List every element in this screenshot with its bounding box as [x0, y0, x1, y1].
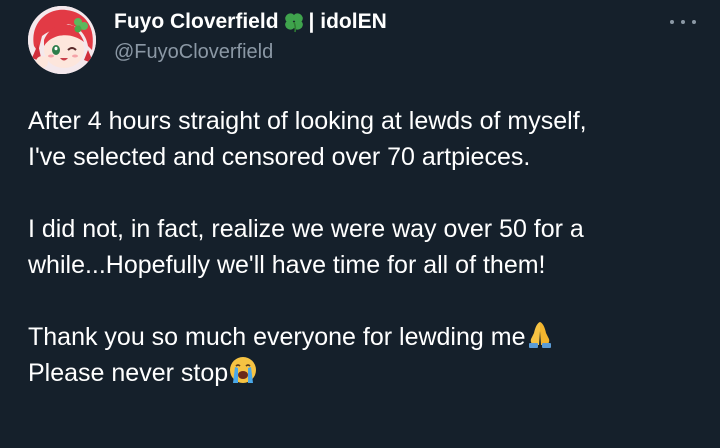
more-dot: [681, 20, 685, 24]
loudly-crying-face-icon: [228, 355, 258, 385]
tweet-text: After 4 hours straight of looking at lew…: [28, 103, 708, 391]
folded-hands-icon: [525, 319, 555, 349]
avatar[interactable]: [28, 6, 96, 74]
tweet-line-text: Thank you so much everyone for lewding m…: [28, 323, 526, 351]
avatar-image: [28, 6, 96, 74]
tweet-line-with-emoji: Thank you so much everyone for lewding m…: [28, 319, 708, 355]
tweet-line: After 4 hours straight of looking at lew…: [28, 107, 587, 135]
more-dots-icon[interactable]: [670, 12, 696, 32]
tweet-card: Fuyo Cloverfield | idolEN @FuyoCloverfie…: [0, 0, 720, 448]
tweet-line: while...Hopefully we'll have time for al…: [28, 251, 546, 279]
author-display-name: Fuyo Cloverfield: [114, 10, 279, 33]
author-name-suffix: | idolEN: [308, 10, 387, 33]
tweet-line: I've selected and censored over 70 artpi…: [28, 143, 531, 171]
more-dot: [670, 20, 674, 24]
author-handle[interactable]: @FuyoCloverfield: [114, 41, 387, 64]
more-dot: [692, 20, 696, 24]
tweet-line-text: Please never stop: [28, 359, 229, 387]
author-name-link[interactable]: Fuyo Cloverfield | idolEN: [114, 9, 387, 35]
tweet-line: I did not, in fact, realize we were way …: [28, 215, 584, 243]
tweet-line-with-emoji: Please never stop: [28, 355, 708, 391]
four-leaf-clover-icon: [281, 11, 307, 33]
author-header: Fuyo Cloverfield | idolEN @FuyoCloverfie…: [114, 9, 387, 64]
